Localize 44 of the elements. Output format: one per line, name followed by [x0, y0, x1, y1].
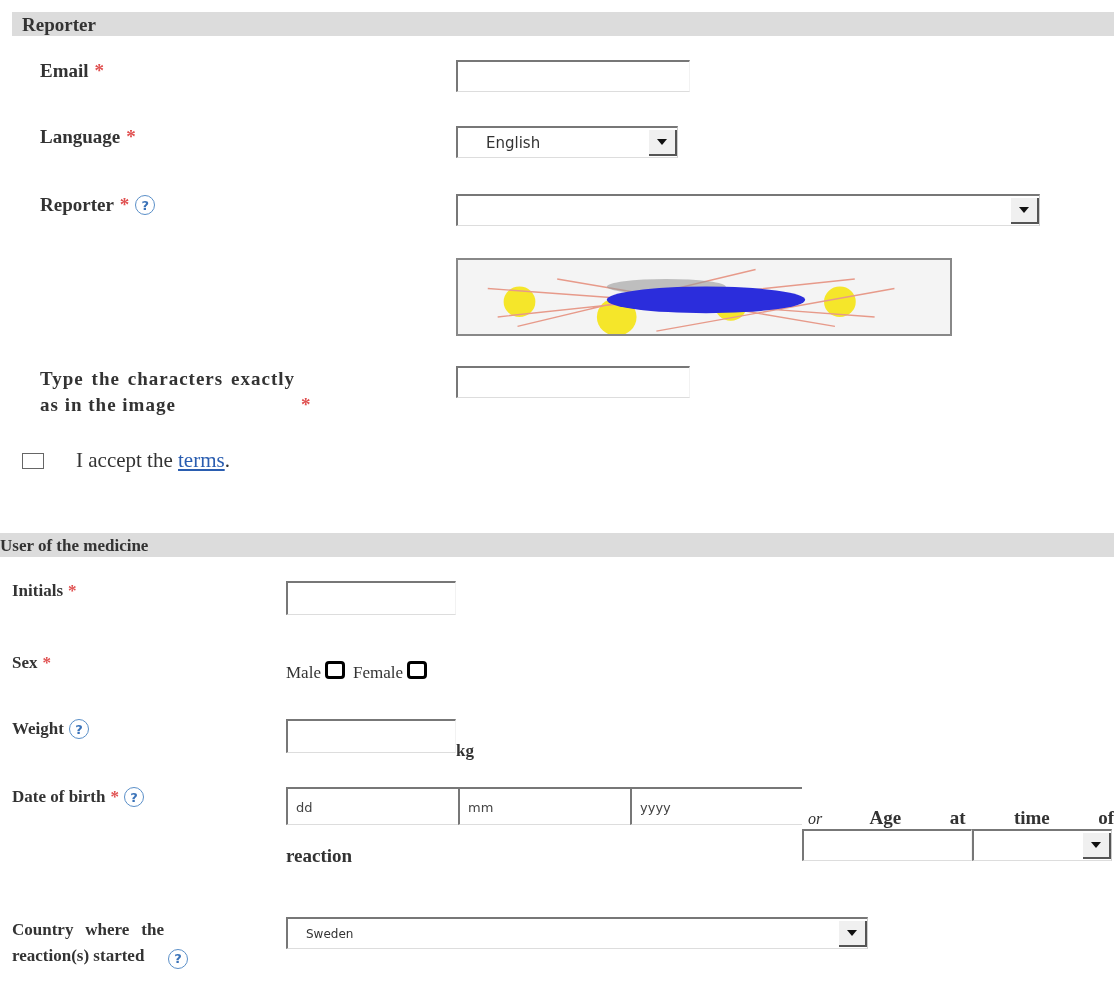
- weight-field[interactable]: [286, 719, 456, 753]
- age-label-end: reaction: [286, 845, 354, 867]
- field-label: Date of birth: [12, 787, 106, 807]
- radio-button[interactable]: [407, 661, 427, 679]
- field-label: Language: [40, 126, 121, 148]
- sex-option-label: Female: [352, 663, 403, 682]
- required-mark: *: [94, 60, 105, 82]
- field-label: Email: [40, 60, 89, 82]
- date-field[interactable]: dd: [286, 787, 458, 825]
- terms-checkbox[interactable]: [22, 452, 44, 469]
- age-field[interactable]: [802, 829, 972, 861]
- caret-icon: [1091, 841, 1101, 848]
- section-header: Reporter: [12, 12, 1114, 36]
- field-label: Type the characters exactly as in the image: [40, 367, 295, 417]
- required-mark: *: [42, 653, 51, 673]
- language-select[interactable]: English: [456, 126, 678, 158]
- country-select[interactable]: Sweden: [286, 917, 868, 949]
- field-label: Initials: [12, 581, 64, 601]
- required-mark: *: [110, 787, 119, 807]
- reporter-select[interactable]: [456, 194, 1040, 226]
- field-label: Country where the reaction(s) started: [12, 919, 164, 967]
- radio-button[interactable]: [324, 661, 345, 679]
- caret-icon: [657, 138, 667, 145]
- unit-label: kg: [456, 741, 474, 761]
- field-label: Sex: [12, 653, 38, 673]
- caret-icon: [847, 929, 857, 936]
- caret-icon: [1019, 206, 1029, 213]
- date-field[interactable]: yyyy: [630, 787, 802, 825]
- age-label: or Age at time of: [807, 807, 1114, 829]
- required-mark: *: [119, 194, 130, 216]
- required-mark: *: [301, 393, 311, 417]
- initials-field[interactable]: [286, 581, 456, 615]
- field-label: Reporter: [40, 194, 114, 216]
- sex-option-label: Male: [286, 663, 321, 682]
- section-header: User of the medicine: [0, 533, 1114, 557]
- date-field[interactable]: mm: [458, 787, 630, 825]
- age-unit-select[interactable]: [972, 829, 1112, 861]
- email-field[interactable]: [456, 60, 690, 92]
- terms-text: I accept the terms.: [76, 448, 230, 473]
- captcha-field[interactable]: [456, 366, 690, 398]
- required-mark: *: [126, 126, 136, 148]
- required-mark: *: [68, 581, 77, 601]
- field-label: Weight: [12, 719, 64, 739]
- terms-link[interactable]: terms: [178, 448, 225, 472]
